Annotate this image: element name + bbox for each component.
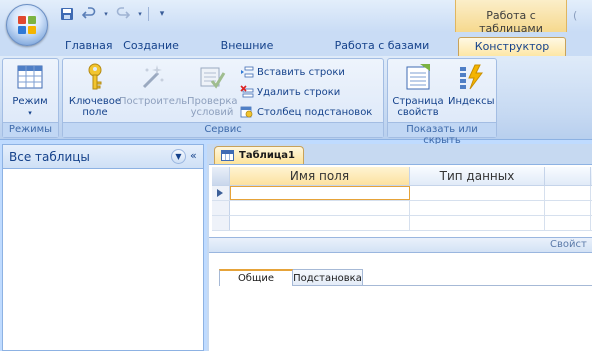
field-properties-label: Свойст [550, 239, 587, 250]
indexes-label: Индексы [448, 96, 495, 107]
lookup-column-icon [240, 106, 253, 118]
customize-arrow-icon[interactable]: ▾ [153, 5, 171, 23]
table-row[interactable] [212, 201, 592, 216]
office-logo-icon [18, 16, 37, 35]
delete-rows-label: Удалить строки [257, 86, 341, 98]
ribbon-tabs: Главная Создание Внешние данные Работа с… [0, 32, 592, 65]
tab-lookup[interactable]: Подстановка [293, 269, 363, 286]
key-icon [88, 63, 102, 90]
group-tools: Ключевое поле Построитель Проверка услов… [62, 58, 384, 138]
property-sheet-icon [406, 64, 430, 90]
group-tools-label: Сервис [63, 122, 383, 137]
row-selector[interactable] [212, 186, 230, 200]
test-rules-label-2: условий [190, 107, 234, 118]
field-properties-bar: Свойст [209, 237, 592, 253]
field-name-cell[interactable] [230, 186, 410, 200]
primary-key-label-2: поле [82, 107, 108, 118]
data-type-cell[interactable] [410, 186, 545, 200]
description-cell[interactable] [545, 201, 591, 215]
test-rules-button[interactable]: Проверка условий [187, 61, 238, 118]
collapse-pane-icon[interactable]: « [190, 149, 197, 162]
insert-rows-label: Вставить строки [257, 66, 345, 78]
document-tab-label: Таблица1 [239, 150, 296, 161]
field-name-cell[interactable] [230, 216, 410, 230]
field-grid: Имя поля Тип данных [212, 167, 592, 231]
window-title-fragment: ( [573, 9, 578, 22]
table-view-icon [17, 65, 43, 89]
redo-dropdown-icon[interactable]: ▾ [136, 5, 144, 23]
view-button[interactable]: Режим ▾ [6, 61, 54, 119]
tab-home[interactable]: Главная [65, 37, 113, 56]
validation-rules-icon [200, 67, 226, 89]
delete-rows-icon [240, 85, 254, 98]
document-tab[interactable]: Таблица1 [214, 146, 304, 164]
group-views: Режим ▾ Режимы [2, 58, 59, 138]
lookup-column-label: Столбец подстановок [257, 106, 373, 118]
tab-external-data[interactable]: Внешние данные [198, 37, 296, 65]
nav-pane-header[interactable]: Все таблицы ▼ « [3, 145, 203, 169]
builder-button[interactable]: Построитель [119, 61, 187, 107]
property-sheet-label-2: свойств [397, 107, 439, 118]
field-properties-panel: Общие Подстановка [209, 254, 592, 351]
tab-database-tools[interactable]: Работа с базами данных [312, 37, 452, 65]
column-header-data-type[interactable]: Тип данных [410, 167, 545, 185]
indexes-icon [460, 64, 483, 90]
data-type-cell[interactable] [410, 216, 545, 230]
office-button[interactable] [6, 4, 48, 46]
tab-create[interactable]: Создание [122, 37, 180, 56]
column-header-field-name[interactable]: Имя поля [230, 167, 410, 185]
navigation-pane: Все таблицы ▼ « [2, 144, 204, 351]
qat-separator [148, 7, 149, 21]
primary-key-button[interactable]: Ключевое поле [65, 61, 125, 118]
ribbon: Режим ▾ Режимы Ключевое поле Построитель [0, 56, 592, 146]
select-all-corner[interactable] [212, 167, 230, 185]
description-cell[interactable] [545, 186, 591, 200]
save-icon[interactable] [58, 5, 76, 23]
insert-rows-button[interactable]: Вставить строки [240, 64, 345, 80]
table-design-surface: Имя поля Тип данных Свойст Общие Подстан… [209, 164, 592, 351]
row-selector[interactable] [212, 216, 230, 230]
insert-rows-icon [241, 66, 254, 78]
redo-icon[interactable] [114, 5, 132, 23]
lookup-column-button[interactable]: Столбец подстановок [240, 104, 372, 120]
test-rules-label-1: Проверка [187, 96, 238, 107]
column-header-description[interactable] [545, 167, 591, 185]
group-show-hide-label: Показать или скрыть [388, 122, 496, 146]
property-sheet-label-1: Страница [392, 96, 444, 107]
description-cell[interactable] [545, 216, 591, 230]
row-selector[interactable] [212, 201, 230, 215]
nav-pane-title: Все таблицы [9, 149, 90, 164]
table-icon [221, 150, 234, 161]
tab-design[interactable]: Конструктор [458, 37, 566, 56]
chevron-down-icon: ▾ [28, 109, 32, 117]
group-views-label: Режимы [3, 122, 58, 137]
table-row[interactable] [212, 216, 592, 231]
current-row-icon [217, 189, 223, 197]
undo-dropdown-icon[interactable]: ▾ [102, 5, 110, 23]
field-grid-header: Имя поля Тип данных [212, 167, 592, 186]
quick-access-toolbar: ▾ ▾ ▾ [58, 4, 171, 24]
table-row[interactable] [212, 186, 592, 201]
group-show-hide: Страница свойств Индексы Показать или ск… [387, 58, 497, 146]
tab-general[interactable]: Общие [219, 269, 293, 286]
undo-icon[interactable] [80, 5, 98, 23]
property-sheet-button[interactable]: Страница свойств [389, 61, 447, 118]
magic-wand-icon [142, 65, 164, 89]
delete-rows-button[interactable]: Удалить строки [240, 84, 340, 100]
field-name-cell[interactable] [230, 201, 410, 215]
context-tab-title: Работа с таблицами [455, 0, 567, 35]
indexes-button[interactable]: Индексы [448, 61, 495, 107]
document-area: Таблица1 Имя поля Тип данных Свойст Общи… [207, 144, 592, 351]
chevron-down-icon[interactable]: ▼ [171, 149, 186, 164]
builder-label: Построитель [119, 96, 188, 107]
primary-key-label-1: Ключевое [68, 96, 122, 107]
view-button-label: Режим [12, 96, 48, 107]
title-bar: ▾ ▾ ▾ Работа с таблицами ( [0, 0, 592, 46]
data-type-cell[interactable] [410, 201, 545, 215]
